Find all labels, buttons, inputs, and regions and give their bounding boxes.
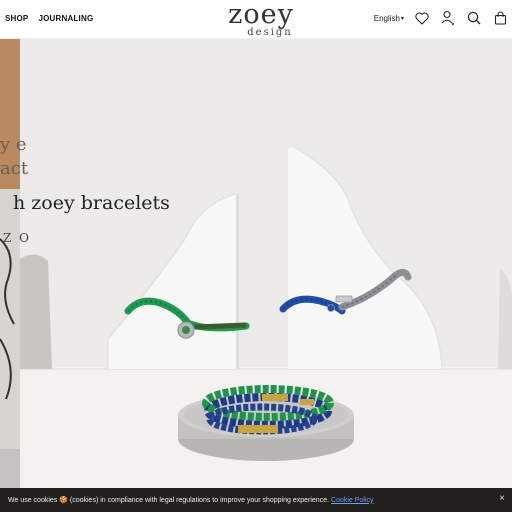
bag-icon[interactable] [492,10,508,26]
site-logo[interactable]: zoey design [218,0,304,38]
site-header: SHOP JOURNALING zoey design English ▾ [0,0,512,39]
nav-journaling[interactable]: JOURNALING [38,14,93,23]
chevron-down-icon: ▾ [400,15,404,22]
hero-title: h zoey bracelets [13,192,170,214]
search-icon[interactable] [466,10,482,26]
logo-wordmark: zoey [228,0,294,30]
language-selector[interactable]: English ▾ [374,14,404,23]
hero-partial-text-2: act [0,158,29,179]
cookie-policy-link[interactable]: Cookie Policy [331,497,373,504]
cookie-message: We use cookies 🍪 (cookies) in compliance… [8,497,330,504]
primary-nav: SHOP JOURNALING [5,14,93,23]
cookie-banner: We use cookies 🍪 (cookies) in compliance… [0,488,512,512]
user-icon[interactable] [440,10,456,26]
hero-banner[interactable]: y e act h zoey bracelets Z O [0,39,512,488]
language-label: English [373,13,400,23]
header-actions: English ▾ [374,10,508,26]
hero-partial-logo: Z O [3,231,31,245]
nav-shop[interactable]: SHOP [5,14,28,23]
heart-icon[interactable] [414,10,430,26]
hero-photo [0,39,512,488]
close-icon[interactable]: × [497,494,507,504]
hero-partial-text-1: y e [0,134,27,155]
